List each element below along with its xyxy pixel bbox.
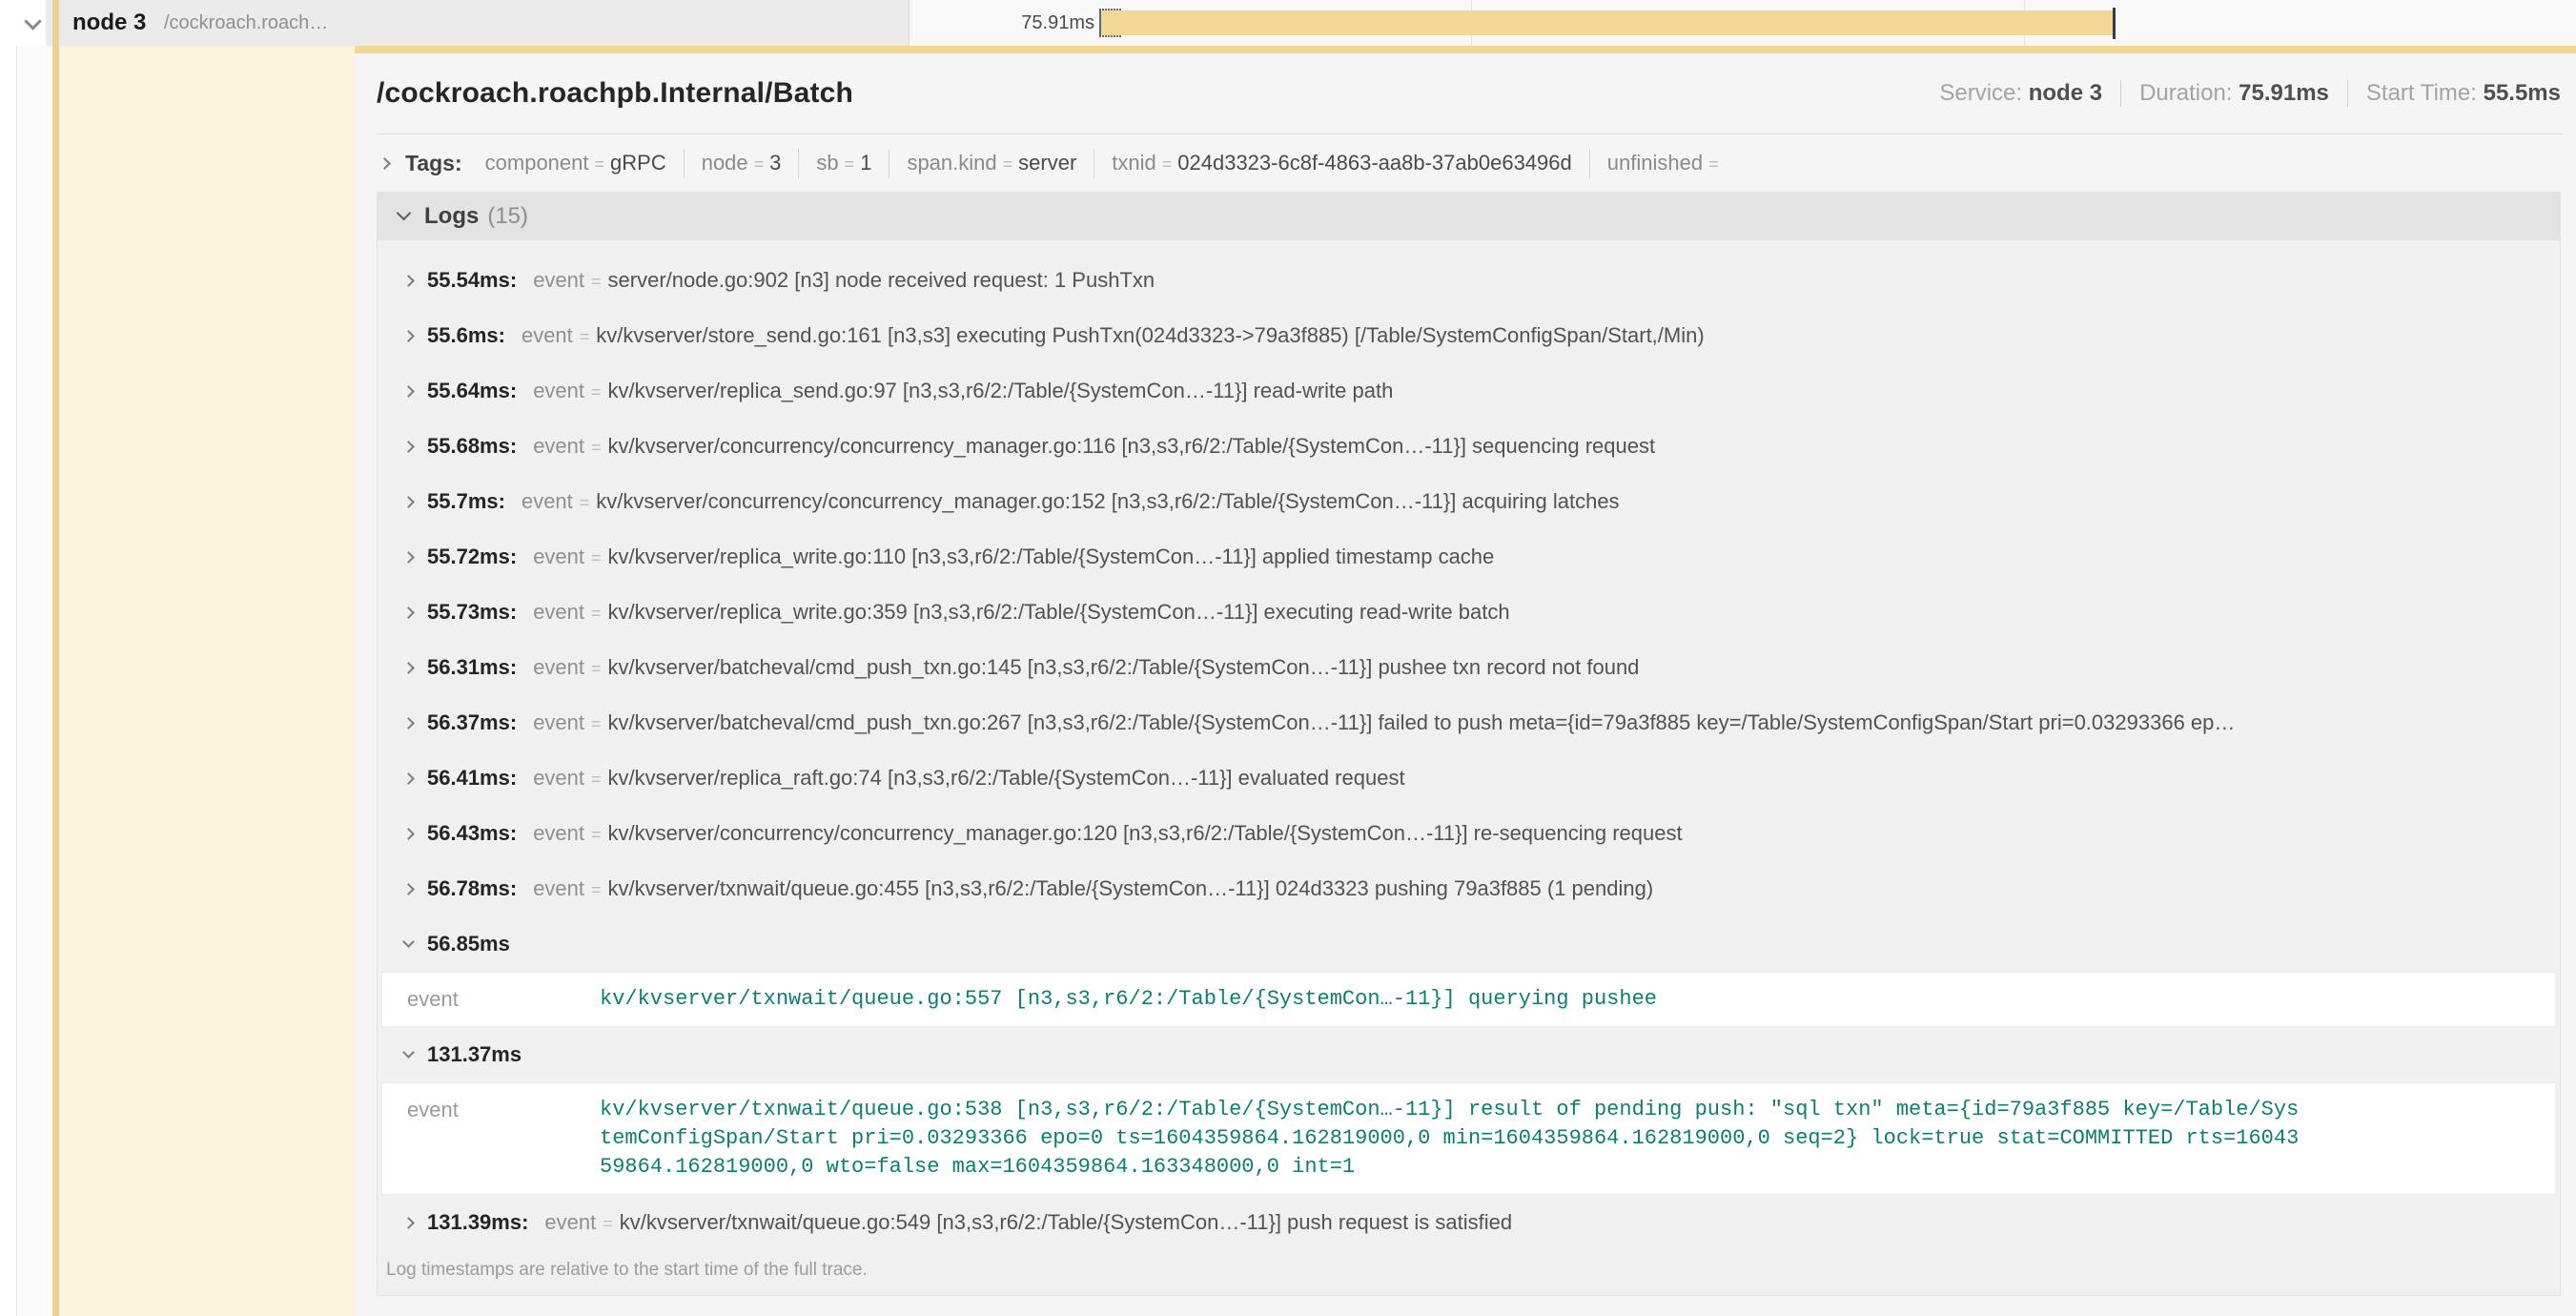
span-timeline-row[interactable]: node 3 /cockroach.roach… 75.91ms bbox=[0, 0, 2576, 46]
chevron-right-icon[interactable] bbox=[402, 496, 415, 508]
log-row[interactable]: 56.41ms:event=kv/kvserver/replica_raft.g… bbox=[378, 751, 2560, 806]
tags-list: component=gRPC node=3 sb=1 span.kind=ser… bbox=[468, 149, 1742, 178]
span-duration-label: 75.91ms bbox=[953, 0, 1094, 46]
logs-count: (15) bbox=[487, 203, 528, 230]
log-row[interactable]: 56.31ms:event=kv/kvserver/batcheval/cmd_… bbox=[378, 640, 2560, 695]
collapse-span-chevron-icon[interactable] bbox=[24, 12, 41, 30]
chevron-right-icon[interactable] bbox=[402, 828, 415, 840]
span-service-name[interactable]: node 3 bbox=[72, 0, 146, 46]
overview-service: Service: node 3 bbox=[1921, 80, 2120, 107]
log-field-value: kv/kvserver/txnwait/queue.go:557 [n3,s3,… bbox=[600, 985, 2299, 1014]
chevron-right-icon[interactable] bbox=[402, 385, 415, 398]
chevron-right-icon[interactable] bbox=[402, 1217, 415, 1229]
log-row[interactable]: 55.54ms:event=server/node.go:902 [n3] no… bbox=[378, 253, 2560, 308]
tags-toggle-row[interactable]: Tags: component=gRPC node=3 sb=1 span.ki… bbox=[355, 134, 2576, 192]
chevron-right-icon[interactable] bbox=[402, 330, 415, 342]
chevron-right-icon[interactable] bbox=[402, 551, 415, 564]
log-row[interactable]: 55.73ms:event=kv/kvserver/replica_write.… bbox=[378, 585, 2560, 640]
tags-label[interactable]: Tags: bbox=[405, 151, 462, 176]
end-log-marker-tick bbox=[2113, 8, 2116, 39]
log-detail-box: event kv/kvserver/txnwait/queue.go:538 [… bbox=[381, 1082, 2556, 1195]
column-resizer[interactable] bbox=[909, 0, 910, 46]
chevron-down-icon[interactable] bbox=[402, 1046, 415, 1059]
chevron-right-icon[interactable] bbox=[402, 662, 415, 674]
rail-background bbox=[17, 0, 52, 1316]
logs-section: Logs (15) 55.54ms:event=server/node.go:9… bbox=[377, 192, 2561, 1296]
chevron-down-icon[interactable] bbox=[402, 936, 415, 948]
log-row[interactable]: 55.72ms:event=kv/kvserver/replica_write.… bbox=[378, 529, 2560, 585]
tag-txnid: txnid=024d3323-6c8f-4863-aa8b-37ab0e6349… bbox=[1094, 149, 1588, 178]
log-row-expanded-header[interactable]: 56.85ms bbox=[378, 916, 2560, 972]
span-color-stripe bbox=[52, 0, 59, 1316]
chevron-right-icon[interactable] bbox=[402, 883, 415, 895]
log-row[interactable]: 56.78ms:event=kv/kvserver/txnwait/queue.… bbox=[378, 861, 2560, 916]
tag-component: component=gRPC bbox=[468, 149, 684, 178]
tag-unfinished: unfinished= bbox=[1589, 149, 1742, 178]
chevron-right-icon[interactable] bbox=[402, 717, 415, 730]
overview-duration: Duration: 75.91ms bbox=[2120, 80, 2347, 107]
tag-span-kind: span.kind=server bbox=[889, 149, 1094, 178]
chevron-right-icon[interactable] bbox=[402, 607, 415, 619]
log-field-key: event bbox=[382, 985, 600, 1014]
span-operation-title: /cockroach.roachpb.Internal/Batch bbox=[377, 77, 853, 110]
tag-sb: sb=1 bbox=[798, 149, 889, 178]
log-row[interactable]: 55.68ms:event=kv/kvserver/concurrency/co… bbox=[378, 419, 2560, 474]
chevron-right-icon[interactable] bbox=[402, 441, 415, 453]
logs-header[interactable]: Logs (15) bbox=[378, 192, 2560, 240]
log-detail-box: event kv/kvserver/txnwait/queue.go:557 [… bbox=[381, 972, 2556, 1027]
tag-node: node=3 bbox=[684, 149, 799, 178]
log-row[interactable]: 55.6ms:event=kv/kvserver/store_send.go:1… bbox=[378, 308, 2560, 363]
trace-detail-page: node 3 /cockroach.roach… 75.91ms /cockro… bbox=[0, 0, 2576, 1316]
log-field-key: event bbox=[382, 1096, 600, 1182]
chevron-down-icon[interactable] bbox=[397, 206, 412, 221]
overview-start-time: Start Time: 55.5ms bbox=[2347, 80, 2563, 107]
chevron-right-icon[interactable] bbox=[402, 772, 415, 785]
span-detail-tint-column bbox=[59, 46, 355, 1316]
log-row[interactable]: 55.7ms:event=kv/kvserver/concurrency/con… bbox=[378, 474, 2560, 529]
chevron-right-icon[interactable] bbox=[402, 275, 415, 287]
log-row[interactable]: 56.37ms:event=kv/kvserver/batcheval/cmd_… bbox=[378, 695, 2560, 751]
span-detail-header: /cockroach.roachpb.Internal/Batch Servic… bbox=[355, 53, 2576, 134]
chevron-right-icon[interactable] bbox=[378, 157, 391, 170]
log-row[interactable]: 131.39ms:event=kv/kvserver/txnwait/queue… bbox=[378, 1195, 2560, 1250]
log-row-expanded-header[interactable]: 131.37ms bbox=[378, 1027, 2560, 1082]
log-row[interactable]: 55.64ms:event=kv/kvserver/replica_send.g… bbox=[378, 363, 2560, 419]
logs-body: 55.54ms:event=server/node.go:902 [n3] no… bbox=[378, 240, 2560, 1295]
log-field-value: kv/kvserver/txnwait/queue.go:538 [n3,s3,… bbox=[600, 1096, 2299, 1182]
span-operation-name[interactable]: /cockroach.roach… bbox=[164, 0, 328, 46]
logs-footer-note: Log timestamps are relative to the start… bbox=[378, 1250, 2560, 1295]
logs-title: Logs bbox=[424, 203, 479, 230]
span-detail-panel: /cockroach.roachpb.Internal/Batch Servic… bbox=[355, 46, 2576, 1316]
span-duration-bar[interactable] bbox=[1101, 10, 2114, 35]
span-overview: Service: node 3 Duration: 75.91ms Start … bbox=[1921, 80, 2563, 107]
log-row[interactable]: 56.43ms:event=kv/kvserver/concurrency/co… bbox=[378, 806, 2560, 861]
